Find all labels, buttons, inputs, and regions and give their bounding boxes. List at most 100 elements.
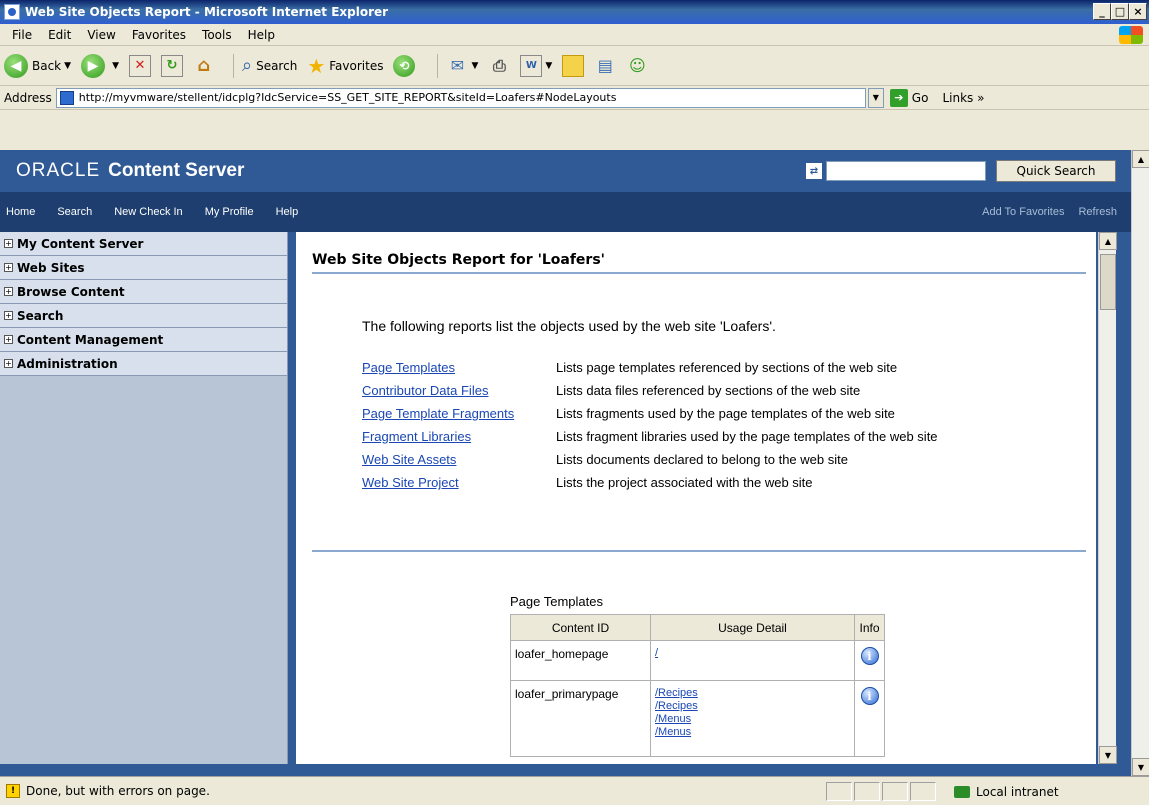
menu-file[interactable]: File (12, 28, 32, 42)
address-dropdown-icon[interactable]: ▼ (867, 87, 884, 108)
scroll-down-icon[interactable]: ▼ (1132, 758, 1149, 776)
expand-icon[interactable]: + (4, 239, 13, 248)
column-header-usage-detail: Usage Detail (650, 614, 855, 641)
edit-dropdown-icon[interactable]: ▼ (545, 61, 552, 71)
address-label: Address (4, 90, 52, 105)
scroll-down-icon[interactable]: ▼ (1099, 746, 1117, 764)
product-name: Content Server (108, 160, 245, 181)
status-panel (882, 782, 908, 801)
nav-help[interactable]: Help (276, 206, 299, 218)
home-button[interactable]: ⌂ (193, 55, 215, 77)
sidebar-item-my-content-server[interactable]: + My Content Server (0, 232, 287, 256)
print-button[interactable]: ⎙ (488, 55, 510, 77)
expand-icon[interactable]: + (4, 263, 13, 272)
menu-edit[interactable]: Edit (48, 28, 71, 42)
expand-icon[interactable]: + (4, 335, 13, 344)
usage-link[interactable]: /Recipes (655, 700, 850, 713)
menu-tools[interactable]: Tools (202, 28, 232, 42)
info-icon[interactable]: i (860, 647, 879, 665)
scrollbar-thumb[interactable] (1100, 254, 1116, 310)
expand-icon[interactable]: + (4, 311, 13, 320)
report-row: Page Templates Lists page templates refe… (362, 356, 938, 379)
address-bar: Address http://myvmware/stellent/idcplg?… (0, 86, 1149, 110)
menu-help[interactable]: Help (248, 28, 275, 42)
edit-button[interactable]: W ▼ (520, 54, 552, 77)
nav-my-profile[interactable]: My Profile (205, 206, 254, 218)
report-row: Contributor Data Files Lists data files … (362, 379, 938, 402)
links-button[interactable]: Links » (942, 91, 984, 105)
sidebar-item-label: Browse Content (17, 284, 125, 299)
home-icon: ⌂ (197, 55, 211, 76)
usage-link[interactable]: /Recipes (655, 687, 850, 700)
column-header-content-id: Content ID (510, 614, 651, 641)
web-site-assets-link[interactable]: Web Site Assets (362, 452, 556, 467)
report-row: Web Site Assets Lists documents declared… (362, 448, 938, 471)
page-title: Web Site Objects Report for 'Loafers' (312, 252, 605, 268)
contributor-data-files-link[interactable]: Contributor Data Files (362, 383, 556, 398)
sidebar-item-browse-content[interactable]: + Browse Content (0, 280, 287, 304)
history-button[interactable]: ⟲ (393, 54, 419, 77)
mail-button[interactable]: ✉ ▼ (446, 55, 479, 77)
messenger-button[interactable]: ☺ (626, 55, 648, 77)
expand-icon[interactable]: + (4, 359, 13, 368)
search-options-icon[interactable]: ⇄ (806, 163, 822, 179)
sidebar-item-label: Administration (17, 356, 118, 371)
forward-button[interactable]: ▶ ▼ (81, 53, 119, 78)
sidebar-item-web-sites[interactable]: + Web Sites (0, 256, 287, 280)
fragment-libraries-link[interactable]: Fragment Libraries (362, 429, 556, 444)
sidebar-item-search[interactable]: + Search (0, 304, 287, 328)
scroll-up-icon[interactable]: ▲ (1132, 150, 1149, 168)
go-button[interactable]: ➔ Go (889, 88, 928, 107)
scroll-up-icon[interactable]: ▲ (1099, 232, 1117, 250)
quick-search-input[interactable] (826, 161, 986, 181)
page-icon (59, 90, 74, 105)
report-description: Lists fragment libraries used by the pag… (556, 429, 938, 444)
back-dropdown-icon[interactable]: ▼ (64, 61, 71, 71)
window-scrollbar[interactable]: ▲ ▼ (1131, 150, 1149, 776)
refresh-link[interactable]: Refresh (1078, 206, 1117, 218)
page-templates-link[interactable]: Page Templates (362, 360, 556, 375)
page-template-fragments-link[interactable]: Page Template Fragments (362, 406, 556, 421)
mail-dropdown-icon[interactable]: ▼ (471, 61, 478, 71)
web-site-project-link[interactable]: Web Site Project (362, 475, 556, 490)
search-icon: ⌕ (241, 55, 253, 76)
stop-button[interactable]: ✕ (128, 54, 151, 77)
back-button[interactable]: ◀ Back ▼ (4, 53, 71, 78)
refresh-button[interactable]: ↻ (160, 54, 183, 77)
forward-dropdown-icon[interactable]: ▼ (112, 61, 119, 71)
usage-link[interactable]: / (655, 647, 850, 660)
usage-link[interactable]: /Menus (655, 726, 850, 739)
research-button[interactable]: ▤ (594, 55, 616, 77)
info-icon[interactable]: i (860, 687, 879, 705)
discuss-button[interactable] (562, 54, 585, 77)
menu-view[interactable]: View (87, 28, 115, 42)
favorites-button[interactable]: ★ Favorites (307, 54, 383, 78)
info-cell: i (854, 640, 885, 681)
product-logo: ORACLE Content Server (16, 160, 244, 182)
report-description: Lists documents declared to belong to th… (556, 452, 848, 467)
window-controls: _ □ × (1093, 3, 1147, 20)
nav-home[interactable]: Home (6, 206, 35, 218)
sidebar-item-content-management[interactable]: + Content Management (0, 328, 287, 352)
expand-icon[interactable]: + (4, 287, 13, 296)
report-description: Lists data files referenced by sections … (556, 383, 861, 398)
add-to-favorites-link[interactable]: Add To Favorites (982, 206, 1064, 218)
address-input[interactable]: http://myvmware/stellent/idcplg?IdcServi… (55, 87, 866, 108)
quick-search-button[interactable]: Quick Search (996, 160, 1116, 182)
content-scrollbar[interactable]: ▲ ▼ (1098, 232, 1117, 764)
close-button[interactable]: × (1129, 3, 1147, 20)
table-row: loafer_homepage / i (510, 640, 885, 681)
minimize-button[interactable]: _ (1093, 3, 1111, 20)
stop-icon: ✕ (128, 54, 151, 77)
nav-search[interactable]: Search (57, 206, 92, 218)
maximize-button[interactable]: □ (1111, 3, 1129, 20)
report-list: Page Templates Lists page templates refe… (362, 356, 938, 494)
search-button[interactable]: ⌕ Search (242, 55, 297, 76)
nav-new-check-in[interactable]: New Check In (114, 206, 182, 218)
menu-favorites[interactable]: Favorites (132, 28, 186, 42)
status-bar: ! Done, but with errors on page. Local i… (0, 776, 1149, 805)
sidebar-item-administration[interactable]: + Administration (0, 352, 287, 376)
main-content: Web Site Objects Report for 'Loafers' Th… (296, 232, 1096, 764)
usage-link[interactable]: /Menus (655, 713, 850, 726)
warning-icon[interactable]: ! (6, 784, 20, 798)
